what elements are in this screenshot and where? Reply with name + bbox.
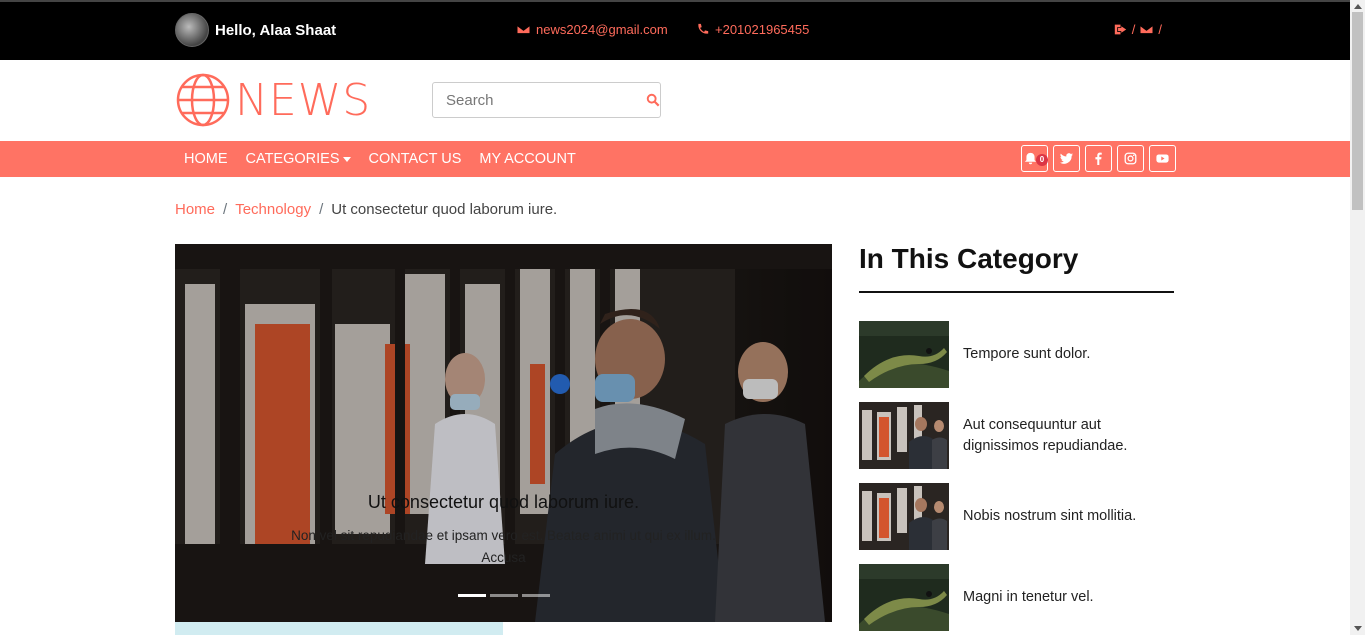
breadcrumb-separator: / (223, 201, 228, 218)
logout-icon[interactable] (1114, 23, 1127, 36)
user-greeting[interactable]: Hello, Alaa Shaat (175, 13, 336, 47)
carousel-indicator[interactable] (521, 594, 550, 597)
sidebar-article[interactable]: Tempore sunt dolor. (859, 321, 1174, 388)
sidebar-article-title[interactable]: Aut consequuntur aut dignissimos repudia… (963, 415, 1174, 457)
covid-test-image (859, 402, 949, 469)
contact-email[interactable]: news2024@gmail.com (517, 22, 668, 37)
chevron-down-icon (342, 156, 351, 162)
divider (859, 291, 1174, 293)
logo-text: NEWS (235, 74, 372, 126)
social-links: 0 (1021, 145, 1176, 172)
avatar[interactable] (175, 13, 209, 47)
nav-categories[interactable]: CATEGORIES (246, 151, 351, 167)
breadcrumb-current: Ut consectetur quod laborum iure. (331, 201, 558, 218)
breadcrumb: Home / Technology / Ut consectetur quod … (175, 201, 557, 218)
separator: / (1131, 22, 1136, 37)
article-thumbnail[interactable] (859, 483, 949, 550)
carousel-text: Non vel sit repudiandae et ipsam vero es… (291, 528, 716, 565)
main-nav: HOME CATEGORIES CONTACT US MY ACCOUNT 0 (0, 141, 1350, 177)
site-header: NEWS (0, 60, 1350, 141)
top-bar: Hello, Alaa Shaat news2024@gmail.com +20… (0, 0, 1350, 60)
search-box (432, 82, 661, 118)
email-text: news2024@gmail.com (536, 22, 668, 37)
lizard-image (859, 564, 949, 631)
article-thumbnail[interactable] (859, 564, 949, 631)
sidebar-article[interactable]: Nobis nostrum sint mollitia. (859, 483, 1174, 550)
instagram-link[interactable] (1117, 145, 1144, 172)
info-alert (175, 622, 503, 635)
carousel-title[interactable]: Ut consectetur quod laborum iure. (270, 492, 737, 513)
breadcrumb-separator: / (319, 201, 324, 218)
globe-icon (176, 73, 230, 127)
facebook-link[interactable] (1085, 145, 1112, 172)
separator: / (1158, 22, 1162, 37)
carousel-indicators (175, 594, 832, 597)
breadcrumb-home[interactable]: Home (175, 201, 215, 218)
carousel-caption: Ut consectetur quod laborum iure. Non ve… (270, 492, 737, 569)
breadcrumb-category[interactable]: Technology (235, 201, 311, 218)
contact-phone[interactable]: +201021965455 (696, 22, 809, 37)
youtube-link[interactable] (1149, 145, 1176, 172)
site-logo[interactable]: NEWS (175, 72, 371, 128)
nav-contact-us[interactable]: CONTACT US (369, 151, 462, 167)
covid-test-image (859, 483, 949, 550)
phone-icon (698, 23, 709, 34)
lizard-image (859, 321, 949, 388)
nav-home[interactable]: HOME (184, 151, 228, 167)
page-scrollbar[interactable] (1350, 0, 1365, 635)
account-shortcuts: / / (1114, 22, 1162, 37)
envelope-icon[interactable] (1140, 23, 1154, 36)
search-input[interactable] (433, 83, 645, 117)
sidebar-article[interactable]: Magni in tenetur vel. (859, 564, 1174, 631)
youtube-icon (1156, 154, 1169, 163)
article-thumbnail[interactable] (859, 321, 949, 388)
article-carousel[interactable]: Ut consectetur quod laborum iure. Non ve… (175, 244, 832, 622)
sidebar-article-title[interactable]: Nobis nostrum sint mollitia. (963, 506, 1136, 527)
sidebar-article-title[interactable]: Tempore sunt dolor. (963, 344, 1090, 365)
nav-categories-label: CATEGORIES (245, 151, 340, 167)
greeting-text: Hello, Alaa Shaat (215, 21, 337, 39)
envelope-icon (517, 24, 530, 35)
search-icon (646, 93, 659, 107)
sidebar-article[interactable]: Aut consequuntur aut dignissimos repudia… (859, 402, 1174, 469)
scroll-up-icon[interactable] (1354, 4, 1362, 9)
phone-text: +201021965455 (715, 22, 810, 37)
nav-my-account[interactable]: MY ACCOUNT (479, 151, 575, 167)
scroll-down-icon[interactable] (1354, 626, 1362, 631)
notification-badge: 0 (1036, 154, 1048, 166)
search-button[interactable] (645, 93, 660, 107)
instagram-icon (1124, 152, 1137, 165)
sidebar-title: In This Category (859, 243, 1079, 274)
carousel-indicator[interactable] (489, 594, 518, 597)
notifications-button[interactable]: 0 (1021, 145, 1048, 172)
twitter-icon (1060, 153, 1073, 164)
article-thumbnail[interactable] (859, 402, 949, 469)
facebook-icon (1095, 152, 1102, 165)
scrollbar-thumb[interactable] (1352, 12, 1363, 210)
carousel-indicator[interactable] (457, 594, 486, 597)
twitter-link[interactable] (1053, 145, 1080, 172)
sidebar-article-title[interactable]: Magni in tenetur vel. (963, 587, 1094, 608)
